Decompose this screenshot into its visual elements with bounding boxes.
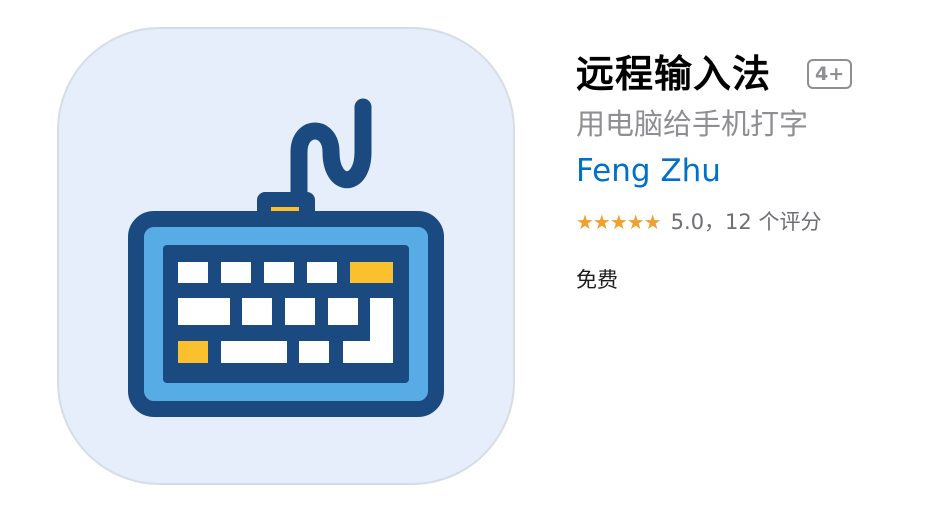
key: [307, 262, 337, 283]
app-store-header: 远程输入法 4+ 用电脑给手机打字 Feng Zhu ★★★★★ 5.0，12 …: [0, 0, 952, 532]
key: [285, 298, 315, 325]
key: [328, 298, 358, 325]
accent-key: [178, 341, 208, 363]
key: [178, 262, 208, 283]
key: [178, 298, 230, 325]
title-row: 远程输入法 4+: [576, 48, 936, 100]
key: [264, 262, 294, 283]
accent-key: [350, 262, 393, 283]
app-info: 远程输入法 4+ 用电脑给手机打字 Feng Zhu ★★★★★ 5.0，12 …: [576, 48, 936, 296]
star-rating-icon: ★★★★★: [576, 210, 662, 234]
rating-text: 5.0，12 个评分: [670, 210, 822, 234]
space-key: [221, 341, 287, 363]
key: [299, 341, 329, 363]
app-icon: [57, 27, 515, 485]
price-label: 免费: [576, 268, 618, 292]
key: [221, 262, 251, 283]
app-subtitle: 用电脑给手机打字: [576, 107, 809, 141]
rating-row: ★★★★★ 5.0，12 个评分: [576, 206, 936, 238]
age-rating-badge: 4+: [807, 59, 853, 89]
app-title: 远程输入法: [576, 52, 772, 96]
developer-link[interactable]: Feng Zhu: [576, 148, 936, 194]
key: [242, 298, 272, 325]
